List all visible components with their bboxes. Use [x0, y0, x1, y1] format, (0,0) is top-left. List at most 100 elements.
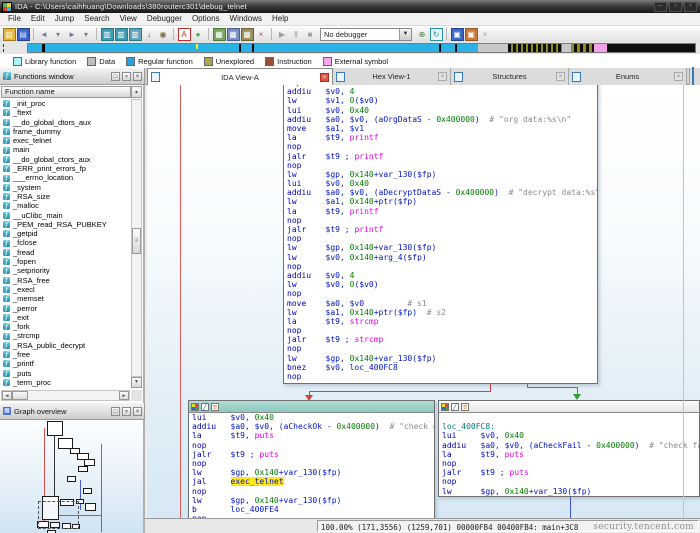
node-edit-icon[interactable]: ╱	[451, 403, 459, 411]
jump-function-icon[interactable]: ▥	[129, 28, 142, 41]
panel-restore-icon[interactable]: □	[111, 72, 120, 81]
asm-line[interactable]: nop	[189, 441, 434, 450]
menu-file[interactable]: File	[3, 13, 26, 25]
debugger-attach-icon[interactable]: ⊕	[416, 28, 429, 41]
flowchart-icon[interactable]: A	[178, 28, 191, 41]
asm-line[interactable]: addiu $a0, $v0, (aOrgDataS - 0x400000) #…	[284, 115, 597, 124]
asm-line[interactable]: nop	[284, 161, 597, 170]
xrefs-graph-icon[interactable]: ▦	[227, 28, 240, 41]
asm-line[interactable]: loc_400FC8:	[439, 422, 699, 431]
analysis-indicator-icon[interactable]: ●	[192, 28, 205, 41]
asm-line[interactable]: lw $v0, 0x140+arg_4($fp)	[284, 253, 597, 262]
scrollbar-thumb[interactable]: ≡	[132, 228, 141, 254]
function-item-ftext[interactable]: f_ftext	[1, 108, 131, 117]
asm-line[interactable]: move $a0, $v0 # s1	[284, 299, 597, 308]
asm-line[interactable]: lw $gp, 0x140+var_130($fp)	[439, 487, 699, 496]
node-color-icon[interactable]	[441, 403, 449, 411]
close-button[interactable]: ×	[684, 2, 697, 12]
debug-pause-icon[interactable]: Ⅱ	[290, 28, 303, 41]
asm-line[interactable]: nop	[284, 289, 597, 298]
title-bar[interactable]: IDA - C:\Users\caihhuang\Downloads\380ro…	[0, 0, 700, 13]
asm-line[interactable]: lw $v1, 0($v0)	[284, 96, 597, 105]
forward-dropdown-icon[interactable]: ▾	[80, 28, 93, 41]
asm-line[interactable]: lw $gp, 0x140+var_130($fp)	[189, 496, 434, 505]
asm-line[interactable]: lw $a1, 0x140+ptr($fp) # s2	[284, 308, 597, 317]
debug-stop-icon[interactable]: ■	[304, 28, 317, 41]
back-icon[interactable]: ◄	[38, 28, 51, 41]
search-icon[interactable]: ◉	[157, 28, 170, 41]
navigation-band[interactable]	[0, 42, 700, 54]
function-item-execl[interactable]: f_execl	[1, 285, 131, 294]
asm-line[interactable]: bnez $v0, loc_400FC8	[284, 363, 597, 372]
asm-line[interactable]	[439, 413, 699, 422]
function-name-column-header[interactable]: Function name	[1, 86, 131, 98]
asm-line[interactable]: b loc_400FE4	[189, 505, 434, 514]
asm-line[interactable]: lui $v0, 0x40	[439, 431, 699, 440]
node-color-icon[interactable]	[191, 403, 199, 411]
function-item-memset[interactable]: f_memset	[1, 294, 131, 303]
function-item-puts[interactable]: f_puts	[1, 369, 131, 378]
asm-line[interactable]: nop	[284, 234, 597, 243]
asm-line[interactable]: nop	[284, 344, 597, 353]
graph-overview-map[interactable]	[0, 420, 145, 533]
asm-line[interactable]: la $t9, strcmp	[284, 317, 597, 326]
jump-down-icon[interactable]: ↓	[143, 28, 156, 41]
asm-line[interactable]: nop	[189, 459, 434, 468]
function-item-pem-read-rsa-pubkey[interactable]: f_PEM_read_RSA_PUBKEY	[1, 220, 131, 229]
ida-view-canvas[interactable]: nopaddiu $v0, 4lw $v1, 0($v0)lui $v0, 0x…	[147, 85, 700, 518]
node-group-icon[interactable]: ≡	[211, 403, 219, 411]
tab-close-icon[interactable]: ×	[438, 72, 447, 81]
function-item-rsa-free[interactable]: f_RSA_free	[1, 276, 131, 285]
functions-vertical-scrollbar[interactable]: ≡	[131, 99, 142, 377]
forward-icon[interactable]: ►	[66, 28, 79, 41]
remove-watch-icon[interactable]: ×	[479, 28, 492, 41]
tab-close-icon[interactable]: ×	[320, 73, 329, 82]
asm-line[interactable]: jal exec_telnet	[189, 477, 434, 486]
user-graph-icon[interactable]: ▦	[241, 28, 254, 41]
asm-line[interactable]: jalr $t9 ; printf	[284, 225, 597, 234]
asm-line[interactable]: la $t9, printf	[284, 207, 597, 216]
debugger-selector[interactable]: No debugger ▼	[320, 28, 412, 41]
asm-block-check-fail[interactable]: ╱≡ loc_400FC8:lui $v0, 0x40addiu $a0, $v…	[438, 400, 700, 497]
tab-close-icon[interactable]: ×	[556, 72, 565, 81]
asm-line[interactable]: addiu $a0, $v0, (aCheckOk - 0x400000) # …	[189, 422, 434, 431]
function-item-rsa-public-decrypt[interactable]: f_RSA_public_decrypt	[1, 341, 131, 350]
scroll-up-icon[interactable]: ▲	[131, 86, 142, 98]
asm-line[interactable]: jalr $t9 ; puts	[439, 468, 699, 477]
scrollbar-thumb[interactable]	[12, 391, 28, 400]
function-item-rsa-size[interactable]: f_RSA_size	[1, 192, 131, 201]
node-edit-icon[interactable]: ╱	[201, 403, 209, 411]
panel-pin-icon[interactable]: ▿	[122, 407, 131, 416]
asm-line[interactable]: lw $a1, 0x140+ptr($fp)	[284, 197, 597, 206]
asm-line[interactable]: la $t9, puts	[189, 431, 434, 440]
node-header[interactable]: ╱≡	[439, 401, 699, 413]
asm-line[interactable]: lw $gp, 0x140+var_130($fp)	[189, 468, 434, 477]
scroll-left-icon[interactable]: ◄	[2, 391, 12, 400]
function-item-getpid[interactable]: f_getpid	[1, 229, 131, 238]
function-item-fork[interactable]: f_fork	[1, 322, 131, 331]
minimize-button[interactable]: —	[654, 2, 667, 12]
menu-view[interactable]: View	[115, 13, 142, 25]
asm-block-main[interactable]: nopaddiu $v0, 4lw $v1, 0($v0)lui $v0, 0x…	[283, 85, 598, 384]
function-item-main[interactable]: fmain	[1, 145, 131, 154]
asm-line[interactable]: lui $v0, 0x40	[284, 179, 597, 188]
scroll-down-icon[interactable]: ▼	[131, 377, 142, 388]
asm-line[interactable]: lw $v0, 0($v0)	[284, 280, 597, 289]
jump-name-icon[interactable]: ▥	[115, 28, 128, 41]
graph-overview-titlebar[interactable]: ▦ Graph overview □ ▿ ×	[0, 403, 145, 420]
function-item-fclose[interactable]: f_fclose	[1, 238, 131, 247]
maximize-button[interactable]: □	[669, 2, 682, 12]
panel-close-icon[interactable]: ×	[133, 72, 142, 81]
clear-graph-icon[interactable]: ×	[255, 28, 268, 41]
asm-line[interactable]: move $a1, $v1	[284, 124, 597, 133]
functions-horizontal-scrollbar[interactable]: ◄ ►	[1, 390, 130, 401]
function-item-fopen[interactable]: f_fopen	[1, 257, 131, 266]
asm-line[interactable]: nop	[189, 487, 434, 496]
asm-line[interactable]: nop	[439, 477, 699, 486]
refresh-icon[interactable]: ↻	[430, 28, 443, 41]
asm-line[interactable]: lw $gp, 0x140+var_130($fp)	[284, 243, 597, 252]
asm-line[interactable]: lui $v0, 0x40	[284, 106, 597, 115]
asm-line[interactable]: lw $gp, 0x140+var_130($fp)	[284, 354, 597, 363]
asm-line[interactable]: addiu $a0, $v0, (aDecryptDataS - 0x40000…	[284, 188, 597, 197]
call-graph-icon[interactable]: ▦	[213, 28, 226, 41]
